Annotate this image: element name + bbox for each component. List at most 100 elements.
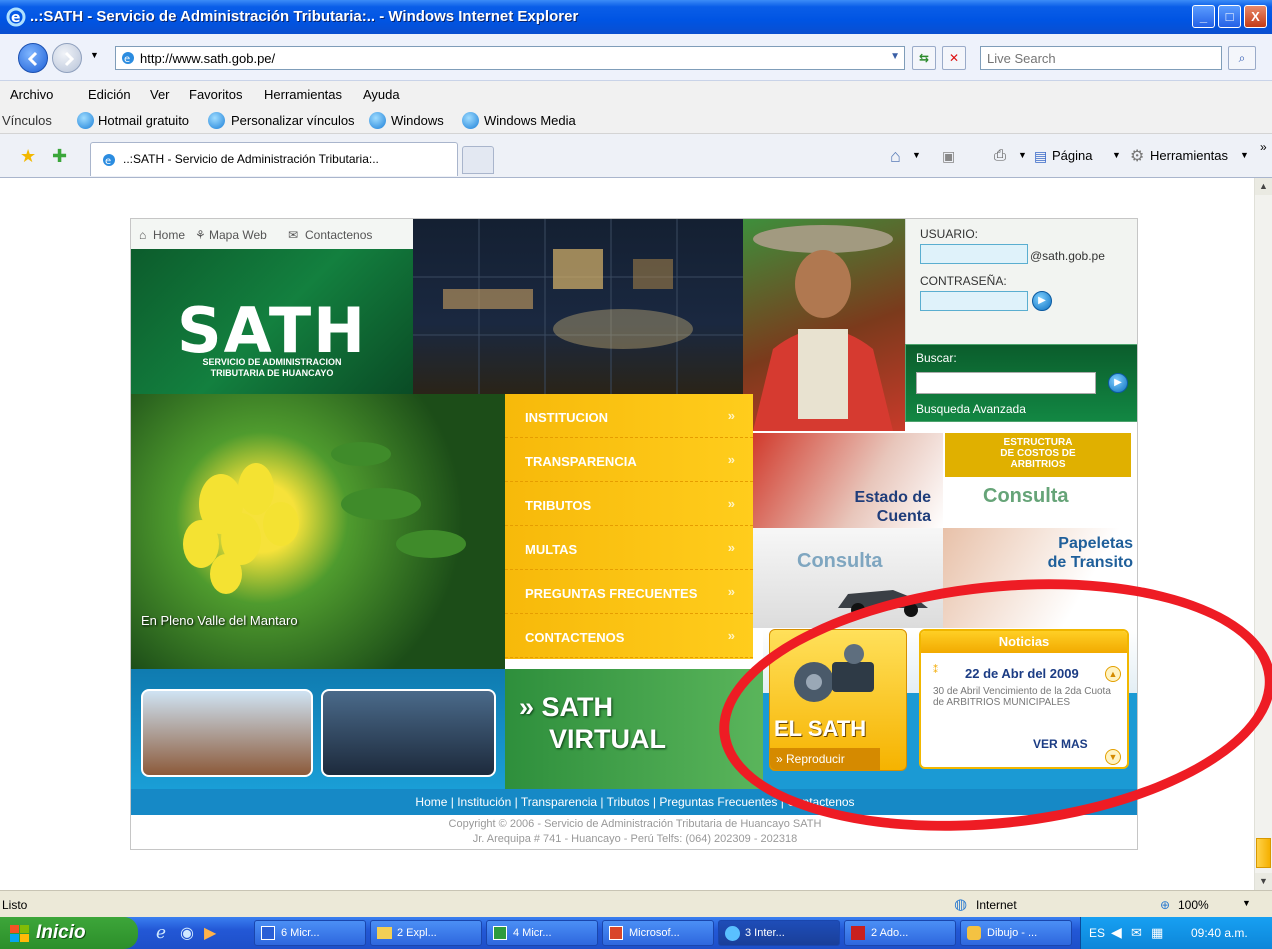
taskbar-button-explorer[interactable]: 2 Expl... [370, 920, 482, 946]
globe-icon: ◍ [954, 896, 968, 913]
menu-archivo[interactable]: Archivo [10, 87, 53, 102]
taskbar-button-label: 2 Ado... [871, 927, 909, 939]
zoom-icon: ⊕ [1160, 898, 1171, 912]
menu-ver[interactable]: Ver [150, 87, 170, 102]
vertical-scrollbar[interactable]: ▲ ▼ [1254, 178, 1272, 890]
contrasena-label: CONTRASEÑA: [920, 274, 1007, 288]
scroll-down-icon[interactable]: ▼ [1255, 873, 1272, 890]
tile-consulta-label: Consulta [797, 550, 883, 572]
taskbar-button-ie[interactable]: 3 Inter... [718, 920, 840, 946]
link-personalizar[interactable]: Personalizar vínculos [231, 113, 355, 128]
nav-contactenos[interactable]: Contactenos [305, 228, 372, 242]
logo-subtitle: SERVICIO DE ADMINISTRACION TRIBUTARIA DE… [131, 357, 413, 379]
system-tray: ES ◀ ✉ ▦ 09:40 a.m. [1080, 917, 1272, 949]
scroll-up-icon[interactable]: ▲ [1255, 178, 1272, 195]
menu-item-multas[interactable]: MULTAS » [505, 526, 753, 570]
quicklaunch-browser-icon[interactable]: ◉ [180, 923, 194, 943]
print-dropdown-icon[interactable]: ▼ [1018, 150, 1027, 160]
address-bar[interactable]: e http://www.sath.gob.pe/ ▼ [115, 46, 905, 70]
menu-favoritos[interactable]: Favoritos [189, 87, 242, 102]
scroll-thumb[interactable] [1256, 838, 1271, 868]
maximize-button[interactable]: □ [1218, 5, 1241, 28]
page-menu[interactable]: Página [1052, 148, 1092, 163]
tray-arrow-icon[interactable]: ◀ [1111, 924, 1122, 941]
double-chevron-icon: » [727, 452, 735, 467]
quicklaunch-media-icon[interactable]: ▶ [204, 923, 216, 943]
add-favorites-icon[interactable]: ✚ [52, 146, 67, 167]
search-icon[interactable]: ⌕ [1228, 46, 1256, 70]
tile-text-line: DE COSTOS DE [1000, 448, 1076, 459]
stop-icon[interactable]: ✕ [942, 46, 966, 70]
tile-estructura-costos[interactable]: ESTRUCTURA DE COSTOS DE ARBITRIOS Consul… [943, 433, 1137, 528]
contrasena-input[interactable] [920, 291, 1028, 311]
minimize-button[interactable]: _ [1192, 5, 1215, 28]
tab-ie-icon: e [103, 154, 115, 167]
tray-mail-icon[interactable]: ✉ [1131, 925, 1142, 941]
menu-item-institucion[interactable]: INSTITUCION » [505, 394, 753, 438]
print-icon[interactable]: ⎙ [994, 147, 1006, 164]
link-windows-media[interactable]: Windows Media [484, 113, 576, 128]
taskbar-button-label: Microsof... [629, 927, 680, 939]
taskbar-button-word[interactable]: 6 Micr... [254, 920, 366, 946]
feeds-icon[interactable]: ▣ [942, 148, 955, 165]
tile-estado-label: Estado de Cuenta [855, 488, 931, 526]
home-dropdown-icon[interactable]: ▼ [912, 150, 921, 160]
ie-link-icon [77, 112, 94, 129]
back-button[interactable] [18, 43, 48, 73]
nav-home[interactable]: Home [153, 228, 185, 242]
sath-logo[interactable]: SATH SERVICIO DE ADMINISTRACION TRIBUTAR… [131, 249, 413, 394]
clock: 09:40 a.m. [1191, 926, 1248, 940]
link-windows[interactable]: Windows [391, 113, 444, 128]
start-button[interactable]: Inicio [0, 917, 138, 949]
tray-network-icon[interactable]: ▦ [1151, 925, 1163, 941]
close-button[interactable]: X [1244, 5, 1267, 28]
refresh-icon[interactable]: ⇆ [912, 46, 936, 70]
taskbar-button-label: 3 Inter... [745, 927, 785, 939]
chevron-more-icon[interactable]: » [1260, 140, 1267, 154]
zone-text: Internet [976, 898, 1017, 912]
nav-mapa-web[interactable]: Mapa Web [209, 228, 267, 242]
menu-edicion[interactable]: Edición [88, 87, 131, 102]
excel-icon [493, 926, 507, 940]
taskbar-button-excel[interactable]: 4 Micr... [486, 920, 598, 946]
login-go-button[interactable]: ▶ [1032, 291, 1052, 311]
menu-ayuda[interactable]: Ayuda [363, 87, 400, 102]
address-dropdown-icon[interactable]: ▼ [890, 51, 900, 62]
zoom-level[interactable]: 100% [1178, 898, 1209, 912]
search-go-button[interactable]: ▶ [1108, 373, 1128, 393]
tile-text-line: ARBITRIOS [1010, 459, 1066, 470]
buscar-input[interactable] [916, 372, 1096, 394]
usuario-input[interactable] [920, 244, 1028, 264]
menu-herramientas[interactable]: Herramientas [264, 87, 342, 102]
taskbar-button-adobe[interactable]: 2 Ado... [844, 920, 956, 946]
favorites-star-icon[interactable]: ★ [20, 146, 36, 167]
quicklaunch-ie-icon[interactable]: ℯ [156, 923, 166, 943]
ie-link-icon [208, 112, 225, 129]
forward-button[interactable] [52, 43, 82, 73]
tile-estructura-consulta: Consulta [983, 485, 1069, 507]
home-icon[interactable]: ⌂ [890, 146, 901, 167]
home-nav-icon: ⌂ [139, 228, 147, 242]
tile-estado-cuenta[interactable]: Estado de Cuenta [753, 433, 943, 528]
menu-item-transparencia[interactable]: TRANSPARENCIA » [505, 438, 753, 482]
taskbar-button-paint[interactable]: Dibujo - ... [960, 920, 1072, 946]
menu-item-preguntas[interactable]: PREGUNTAS FRECUENTES » [505, 570, 753, 614]
live-search-box[interactable] [980, 46, 1222, 70]
link-hotmail[interactable]: Hotmail gratuito [98, 113, 189, 128]
tab-sath[interactable]: e ..:SATH - Servicio de Administración T… [90, 142, 458, 176]
tools-menu[interactable]: Herramientas [1150, 148, 1228, 163]
taskbar-button-powerpoint[interactable]: Microsof... [602, 920, 714, 946]
language-indicator[interactable]: ES [1089, 926, 1105, 940]
zoom-dropdown-icon[interactable]: ▼ [1242, 898, 1251, 908]
history-dropdown-icon[interactable]: ▼ [90, 50, 99, 60]
windows-taskbar: Inicio ℯ ◉ ▶ 6 Micr... 2 Expl... 4 Micr.… [0, 917, 1272, 949]
sitemap-icon: ⚘ [195, 228, 206, 242]
site-top-nav: ⌂ Home ⚘ Mapa Web ✉ Contactenos [131, 219, 413, 249]
menu-item-contactenos[interactable]: CONTACTENOS » [505, 614, 753, 658]
page-menu-icon: ▤ [1034, 148, 1048, 164]
menu-item-label: PREGUNTAS FRECUENTES [525, 586, 698, 601]
menu-item-tributos[interactable]: TRIBUTOS » [505, 482, 753, 526]
busqueda-avanzada-link[interactable]: Busqueda Avanzada [916, 402, 1026, 416]
new-tab-button[interactable] [462, 146, 494, 174]
search-input[interactable] [985, 48, 1215, 68]
